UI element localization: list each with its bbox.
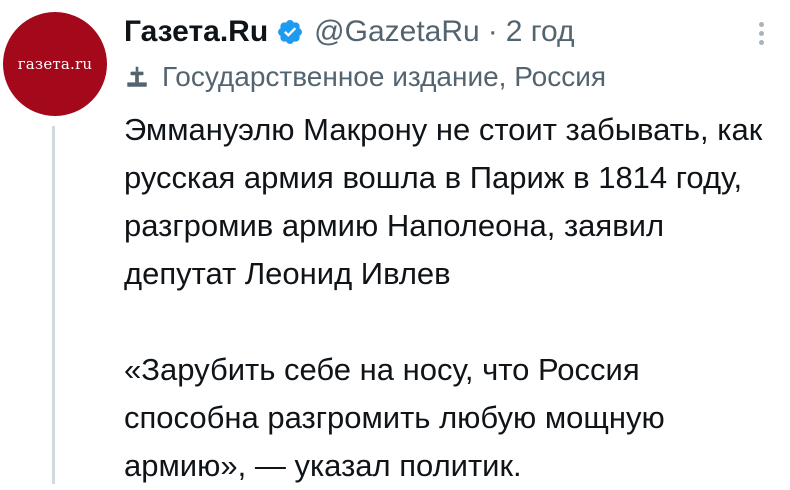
avatar[interactable]: газета.ru: [3, 12, 107, 116]
tweet-paragraph-1: Эммануэлю Макрону не стоит забывать, как…: [124, 112, 763, 291]
tweet-text: Эммануэлю Макрону не стоит забывать, как…: [124, 106, 774, 490]
more-options-icon[interactable]: [746, 18, 776, 48]
affiliation-label-text: Государственное издание, Россия: [162, 61, 607, 92]
tweet-paragraph-2: «Зарубить себе на носу, что Россия спосо…: [124, 352, 665, 483]
verified-badge-icon: [278, 20, 303, 44]
account-name[interactable]: Газета.Ru: [124, 15, 268, 49]
affiliation-label[interactable]: Государственное издание, Россия: [124, 58, 606, 96]
avatar-logo-text: газета.ru: [17, 55, 93, 73]
header-separator: ·: [487, 15, 498, 48]
thread-line: [52, 126, 55, 484]
account-handle[interactable]: @GazetaRu: [314, 15, 480, 49]
gavel-icon: [127, 66, 147, 87]
tweet-header: Газета.Ru @GazetaRu · 2 год: [124, 10, 575, 54]
tweet-timestamp[interactable]: 2 год: [506, 15, 575, 49]
tweet: газета.ru Газета.Ru @GazetaRu · 2 год Го…: [0, 0, 790, 484]
